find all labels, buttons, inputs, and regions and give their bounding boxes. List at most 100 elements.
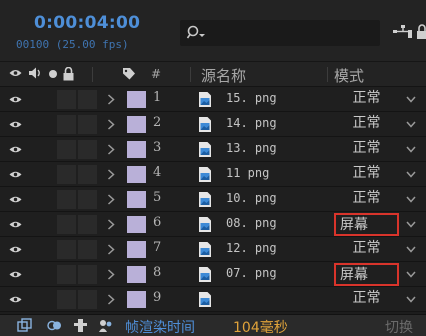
label-color-swatch[interactable] <box>127 241 146 258</box>
solo-switch[interactable] <box>57 290 76 309</box>
lock-icon[interactable] <box>416 24 426 40</box>
layer-row[interactable]: 7 12. png 正常 <box>0 237 426 262</box>
eye-visibility-icon[interactable] <box>9 120 22 129</box>
video-visibility-icon[interactable] <box>9 68 22 78</box>
label-tag-icon[interactable] <box>122 67 136 81</box>
solo-switch[interactable] <box>57 90 76 109</box>
label-color-swatch[interactable] <box>127 141 146 158</box>
blend-mode-dropdown[interactable]: 屏幕 <box>334 263 399 286</box>
layer-number: 4 <box>153 165 162 180</box>
eye-visibility-icon[interactable] <box>9 95 22 104</box>
toggle-switches-modes-button[interactable]: 切换 <box>385 317 413 336</box>
eye-visibility-icon[interactable] <box>9 245 22 254</box>
blend-mode-dropdown[interactable]: 正常 <box>334 138 399 161</box>
chevron-down-icon[interactable] <box>406 246 416 253</box>
chevron-down-icon[interactable] <box>406 146 416 153</box>
chevron-down-icon[interactable] <box>406 271 416 278</box>
blend-mode-dropdown[interactable]: 正常 <box>334 238 399 261</box>
eye-visibility-icon[interactable] <box>9 270 22 279</box>
chevron-down-icon[interactable] <box>406 296 416 303</box>
expand-arrow-icon[interactable] <box>107 269 115 280</box>
chevron-down-icon[interactable] <box>406 221 416 228</box>
solo-switch[interactable] <box>57 215 76 234</box>
label-color-swatch[interactable] <box>127 291 146 308</box>
blend-mode-dropdown[interactable]: 正常 <box>334 188 399 211</box>
layer-source-name[interactable]: 14. png <box>226 116 277 130</box>
chevron-down-icon[interactable] <box>406 96 416 103</box>
lock-switch[interactable] <box>78 140 97 159</box>
layer-source-name[interactable]: 13. png <box>226 141 277 155</box>
expand-arrow-icon[interactable] <box>107 94 115 105</box>
label-color-swatch[interactable] <box>127 116 146 133</box>
expand-arrow-icon[interactable] <box>107 144 115 155</box>
expand-arrow-icon[interactable] <box>107 169 115 180</box>
frame-rate-display: 00100 (25.00 fps) <box>16 38 129 51</box>
chevron-down-icon[interactable] <box>406 171 416 178</box>
lock-switch[interactable] <box>78 240 97 259</box>
layer-row[interactable]: 6 08. png 屏幕 <box>0 212 426 237</box>
layer-row[interactable]: 3 13. png 正常 <box>0 137 426 162</box>
composition-flowchart-icon[interactable] <box>392 24 414 40</box>
blend-mode-dropdown[interactable]: 正常 <box>334 163 399 186</box>
solo-switch[interactable] <box>57 265 76 284</box>
layer-source-name[interactable]: 11 png <box>226 166 269 180</box>
audio-icon[interactable] <box>28 66 42 80</box>
label-color-swatch[interactable] <box>127 166 146 183</box>
layer-row[interactable]: 8 07. png 屏幕 <box>0 262 426 287</box>
lock-column-icon[interactable] <box>63 67 74 81</box>
column-source-name-header[interactable]: 源名称 <box>201 65 246 86</box>
blend-mode-dropdown[interactable]: 正常 <box>334 288 399 311</box>
lock-switch[interactable] <box>78 290 97 309</box>
lock-switch[interactable] <box>78 90 97 109</box>
blend-mode-dropdown[interactable]: 正常 <box>334 88 399 111</box>
layer-row[interactable]: 5 10. png 正常 <box>0 187 426 212</box>
timeline-toolbar: 0:00:04:00 00100 (25.00 fps) <box>0 0 426 62</box>
lock-switch[interactable] <box>78 115 97 134</box>
eye-visibility-icon[interactable] <box>9 220 22 229</box>
expand-arrow-icon[interactable] <box>107 294 115 305</box>
layer-source-name[interactable]: 15. png <box>226 91 277 105</box>
eye-visibility-icon[interactable] <box>9 295 22 304</box>
current-time-display[interactable]: 0:00:04:00 <box>34 13 140 33</box>
eye-visibility-icon[interactable] <box>9 195 22 204</box>
solo-switch[interactable] <box>57 115 76 134</box>
layer-row[interactable]: 9 正常 <box>0 287 426 312</box>
eye-visibility-icon[interactable] <box>9 145 22 154</box>
lock-switch[interactable] <box>78 265 97 284</box>
layer-row[interactable]: 1 15. png 正常 <box>0 87 426 112</box>
expand-arrow-icon[interactable] <box>107 219 115 230</box>
lock-switch[interactable] <box>78 165 97 184</box>
solo-switch[interactable] <box>57 240 76 259</box>
lock-switch[interactable] <box>78 215 97 234</box>
layer-source-name[interactable]: 07. png <box>226 266 277 280</box>
layer-source-name[interactable]: 08. png <box>226 216 277 230</box>
image-file-icon <box>199 242 211 257</box>
expand-arrow-icon[interactable] <box>107 194 115 205</box>
blend-mode-dropdown[interactable]: 正常 <box>334 113 399 136</box>
layer-row[interactable]: 2 14. png 正常 <box>0 112 426 137</box>
label-color-swatch[interactable] <box>127 266 146 283</box>
label-color-swatch[interactable] <box>127 191 146 208</box>
label-color-swatch[interactable] <box>127 91 146 108</box>
in-out-stretch-icon[interactable] <box>73 318 88 333</box>
solo-switch[interactable] <box>57 190 76 209</box>
solo-icon[interactable] <box>48 69 58 79</box>
solo-switch[interactable] <box>57 165 76 184</box>
layer-source-name[interactable]: 12. png <box>226 241 277 255</box>
layer-search-input[interactable] <box>180 20 380 46</box>
chevron-down-icon[interactable] <box>406 121 416 128</box>
chevron-down-icon[interactable] <box>406 196 416 203</box>
blend-mode-dropdown[interactable]: 屏幕 <box>334 213 399 236</box>
transfer-controls-icon[interactable] <box>47 318 62 333</box>
layer-row[interactable]: 4 11 png 正常 <box>0 162 426 187</box>
eye-visibility-icon[interactable] <box>9 170 22 179</box>
layer-switches-icon[interactable] <box>17 318 32 333</box>
expand-arrow-icon[interactable] <box>107 119 115 130</box>
solo-switch[interactable] <box>57 140 76 159</box>
layer-source-name[interactable]: 10. png <box>226 191 277 205</box>
column-mode-header[interactable]: 模式 <box>334 65 364 86</box>
expand-arrow-icon[interactable] <box>107 244 115 255</box>
lock-switch[interactable] <box>78 190 97 209</box>
draft-3d-icon[interactable] <box>98 318 113 333</box>
label-color-swatch[interactable] <box>127 216 146 233</box>
